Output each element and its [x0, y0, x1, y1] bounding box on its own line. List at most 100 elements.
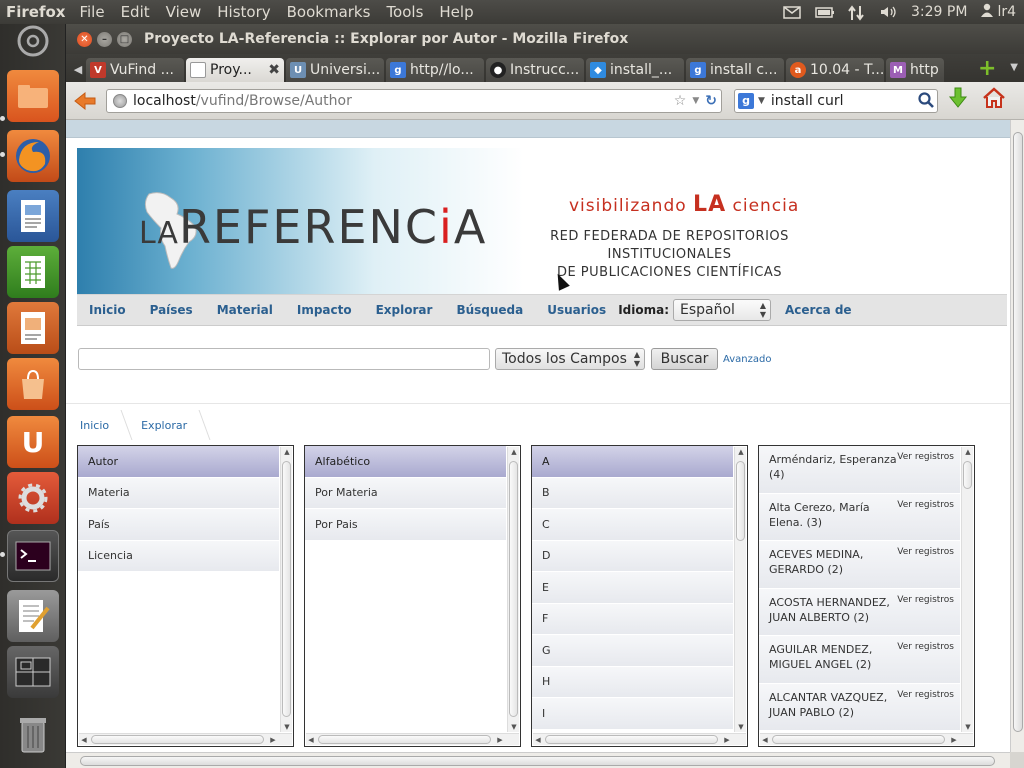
menu-edit[interactable]: Edit: [113, 3, 158, 21]
search-icon[interactable]: [917, 91, 935, 110]
tab-install-underscore[interactable]: ◆ install_...: [586, 58, 684, 82]
view-records-link[interactable]: Ver registros: [897, 450, 954, 465]
search-field-select[interactable]: Todos los Campos ▲ ▼: [495, 348, 645, 370]
nav-busqueda[interactable]: Búsqueda: [456, 303, 523, 317]
firefox-launcher-icon[interactable]: [7, 130, 59, 182]
nav-material[interactable]: Material: [217, 303, 273, 317]
calc-launcher-icon[interactable]: [7, 246, 59, 298]
breadcrumb-explorar[interactable]: Explorar: [141, 419, 195, 432]
nav-paises[interactable]: Países: [150, 303, 193, 317]
scroll-down-icon[interactable]: ▼: [962, 722, 974, 732]
scroll-thumb[interactable]: [282, 461, 291, 717]
scroll-down-icon[interactable]: ▼: [281, 722, 293, 732]
browse-type-item[interactable]: Licencia: [78, 540, 279, 572]
advanced-search-link[interactable]: Avanzado: [723, 354, 771, 365]
letter-item[interactable]: F: [532, 603, 733, 635]
scroll-up-icon[interactable]: ▲: [735, 447, 747, 457]
back-icon[interactable]: [72, 88, 98, 114]
letter-item[interactable]: D: [532, 540, 733, 572]
tab-install-curl[interactable]: g install c...: [686, 58, 784, 82]
url-bar[interactable]: localhost /vufind/Browse/Author ☆ ▼ ↻: [106, 88, 722, 113]
view-records-link[interactable]: Ver registros: [897, 640, 954, 655]
column-hscrollbar[interactable]: ◀ ▶: [79, 733, 292, 745]
terminal-launcher-icon[interactable]: [7, 530, 59, 582]
writer-launcher-icon[interactable]: [7, 190, 59, 242]
scroll-up-icon[interactable]: ▲: [281, 447, 293, 457]
tab-vufind[interactable]: V VuFind ...: [86, 58, 184, 82]
title-bar[interactable]: ✕ – □ Proyecto LA-Referencia :: Explorar…: [66, 24, 1024, 54]
column-scrollbar[interactable]: ▲ ▼: [961, 447, 973, 732]
letter-item[interactable]: A: [532, 446, 733, 478]
view-records-link[interactable]: Ver registros: [897, 545, 954, 560]
scroll-up-icon[interactable]: ▲: [508, 447, 520, 457]
page-vertical-scrollbar[interactable]: [1010, 120, 1024, 752]
browse-mode-item[interactable]: Por Materia: [305, 477, 506, 509]
bookmark-star-icon[interactable]: ☆: [674, 93, 687, 109]
author-item[interactable]: AGUILAR MENDEZ, MIGUEL ANGEL (2) Ver reg…: [759, 636, 960, 684]
nav-inicio[interactable]: Inicio: [89, 303, 126, 317]
nav-impacto[interactable]: Impacto: [297, 303, 352, 317]
tab-close-icon[interactable]: ✖: [268, 62, 280, 78]
scroll-right-icon[interactable]: ▶: [722, 734, 732, 746]
url-history-dropdown-icon[interactable]: ▼: [692, 96, 699, 106]
search-button[interactable]: Buscar: [651, 348, 718, 370]
letter-item[interactable]: B: [532, 477, 733, 509]
trash-launcher-icon[interactable]: [7, 708, 59, 760]
browse-type-item[interactable]: Autor: [78, 446, 279, 478]
column-scrollbar[interactable]: ▲ ▼: [280, 447, 292, 732]
google-icon[interactable]: g: [738, 92, 754, 109]
author-item[interactable]: Arméndariz, Esperanza (4) Ver registros: [759, 446, 960, 494]
clock[interactable]: 3:29 PM: [911, 4, 967, 20]
home-icon[interactable]: [982, 86, 1006, 115]
author-item[interactable]: Alta Cerezo, María Elena. (3) Ver regist…: [759, 493, 960, 541]
tab-proyecto[interactable]: Proy... ✖: [186, 58, 284, 82]
web-search-bar[interactable]: g ▼ install curl: [734, 88, 938, 113]
menu-history[interactable]: History: [209, 3, 278, 21]
scroll-left-icon[interactable]: ◀: [760, 734, 770, 746]
tab-http-localhost[interactable]: g http//lo...: [386, 58, 484, 82]
menu-tools[interactable]: Tools: [378, 3, 431, 21]
browse-type-item[interactable]: Materia: [78, 477, 279, 509]
site-logo[interactable]: LAREFERENCiA: [139, 200, 487, 254]
reload-icon[interactable]: ↻: [705, 93, 717, 109]
window-maximize-button[interactable]: □: [117, 31, 132, 47]
files-launcher-icon[interactable]: [7, 70, 59, 122]
volume-icon[interactable]: [879, 5, 897, 19]
user-menu[interactable]: lr4: [981, 3, 1016, 21]
browse-type-item[interactable]: País: [78, 509, 279, 541]
scroll-thumb[interactable]: [545, 735, 718, 744]
view-records-link[interactable]: Ver registros: [897, 688, 954, 703]
scroll-down-icon[interactable]: ▼: [508, 722, 520, 732]
scroll-right-icon[interactable]: ▶: [949, 734, 959, 746]
impress-launcher-icon[interactable]: [7, 302, 59, 354]
scroll-thumb[interactable]: [736, 461, 745, 541]
scroll-down-icon[interactable]: ▼: [735, 722, 747, 732]
scroll-right-icon[interactable]: ▶: [495, 734, 505, 746]
scroll-left-icon[interactable]: ◀: [79, 734, 89, 746]
column-scrollbar[interactable]: ▲ ▼: [507, 447, 519, 732]
system-settings-launcher-icon[interactable]: [7, 472, 59, 524]
window-minimize-button[interactable]: –: [97, 31, 112, 47]
language-select[interactable]: Español ▲ ▼: [673, 299, 771, 321]
tab-askubuntu[interactable]: a 10.04 - T...: [786, 58, 884, 82]
nav-usuarios[interactable]: Usuarios: [547, 303, 606, 317]
workspaces-launcher-icon[interactable]: [7, 646, 59, 698]
column-hscrollbar[interactable]: ◀ ▶: [306, 733, 519, 745]
scroll-thumb[interactable]: [91, 735, 264, 744]
page-horizontal-scrollbar[interactable]: [66, 752, 1010, 768]
dash-home-button[interactable]: [7, 24, 59, 58]
mail-icon[interactable]: [783, 5, 801, 19]
column-scrollbar[interactable]: ▲ ▼: [734, 447, 746, 732]
ubuntu-one-launcher-icon[interactable]: U: [7, 416, 59, 468]
downloads-icon[interactable]: [948, 87, 968, 115]
menu-file[interactable]: File: [71, 3, 112, 21]
scroll-thumb[interactable]: [509, 461, 518, 717]
nav-acerca-de[interactable]: Acerca de: [785, 303, 852, 317]
nav-explorar[interactable]: Explorar: [376, 303, 433, 317]
browse-mode-item[interactable]: Alfabético: [305, 446, 506, 478]
letter-item[interactable]: G: [532, 635, 733, 667]
site-identity-icon[interactable]: [113, 93, 127, 108]
scroll-thumb[interactable]: [963, 461, 972, 489]
tab-universi[interactable]: U Universi...: [286, 58, 384, 82]
scroll-right-icon[interactable]: ▶: [268, 734, 278, 746]
